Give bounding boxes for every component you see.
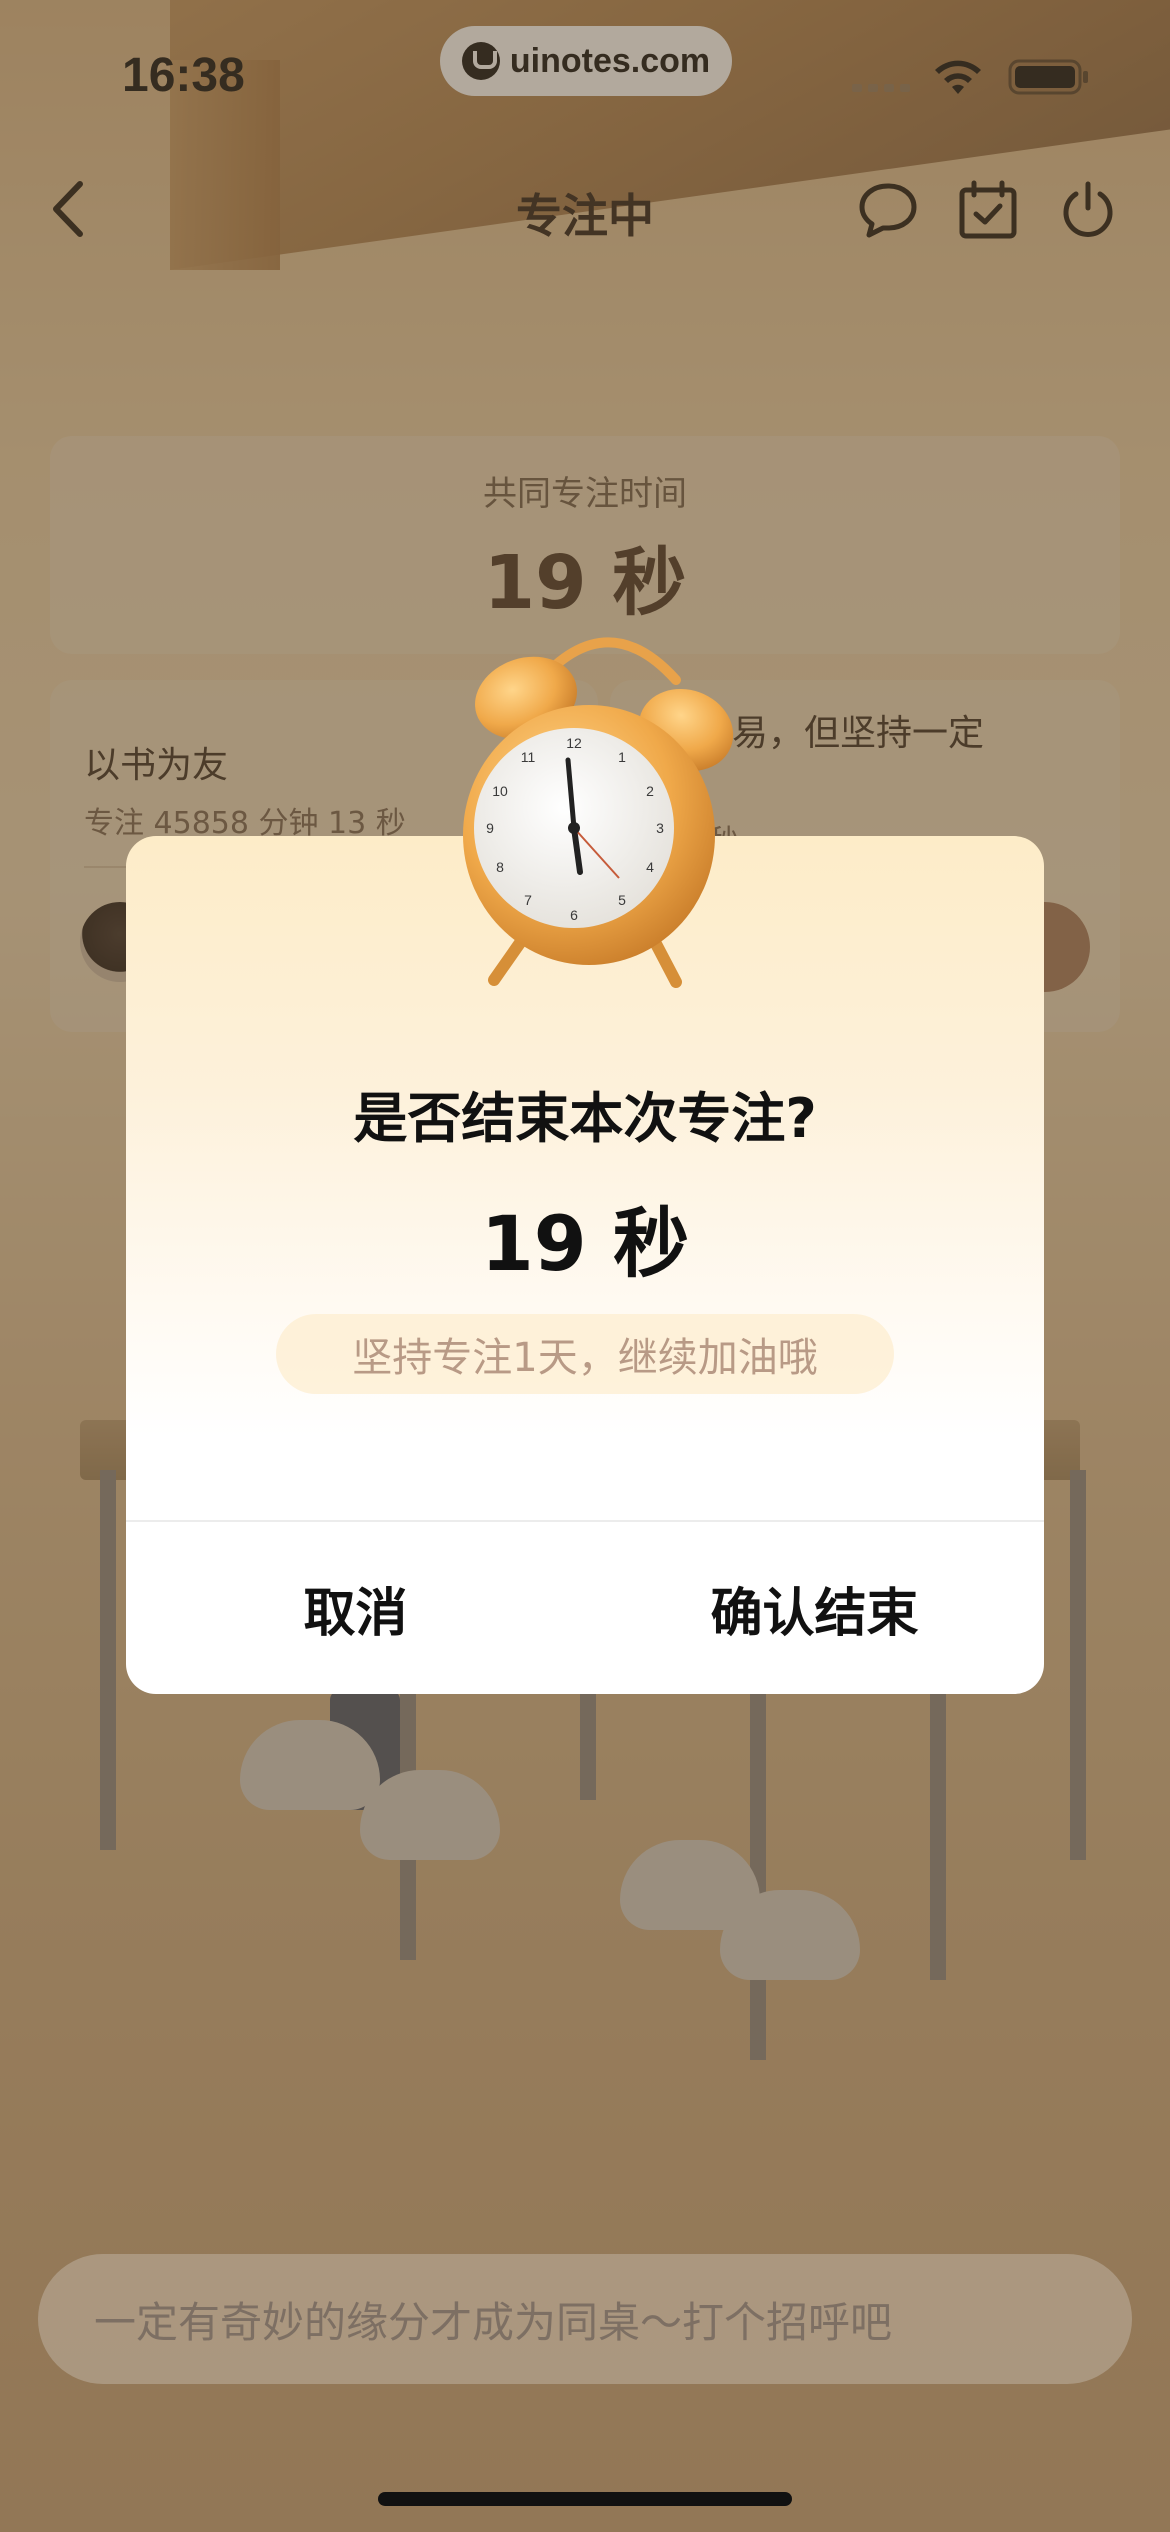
- dialog-duration: 19 秒: [480, 1199, 690, 1288]
- svg-text:6: 6: [570, 907, 578, 923]
- encourage-badge: 坚持专注1天，继续加油哦: [276, 1314, 894, 1394]
- svg-text:2: 2: [646, 783, 654, 799]
- svg-text:5: 5: [618, 892, 626, 908]
- dialog-title: 是否结束本次专注?: [353, 1087, 817, 1150]
- svg-text:12: 12: [566, 735, 582, 751]
- alarm-clock-icon: 1212 345 678 91011: [463, 637, 734, 988]
- svg-text:11: 11: [521, 749, 536, 765]
- confirm-end-button[interactable]: 确认结束: [585, 1522, 1044, 1694]
- svg-text:1: 1: [618, 749, 626, 765]
- svg-text:8: 8: [496, 859, 504, 875]
- svg-text:10: 10: [492, 783, 508, 799]
- greeting-placeholder: 一定有奇妙的缘分才成为同桌～打个招呼吧: [94, 2297, 893, 2347]
- greeting-input[interactable]: 一定有奇妙的缘分才成为同桌～打个招呼吧: [38, 2254, 1132, 2384]
- svg-text:7: 7: [524, 892, 532, 908]
- home-indicator[interactable]: [378, 2492, 792, 2506]
- cancel-button[interactable]: 取消: [126, 1522, 585, 1694]
- svg-text:4: 4: [646, 859, 654, 875]
- svg-text:9: 9: [486, 820, 494, 836]
- svg-text:3: 3: [656, 820, 664, 836]
